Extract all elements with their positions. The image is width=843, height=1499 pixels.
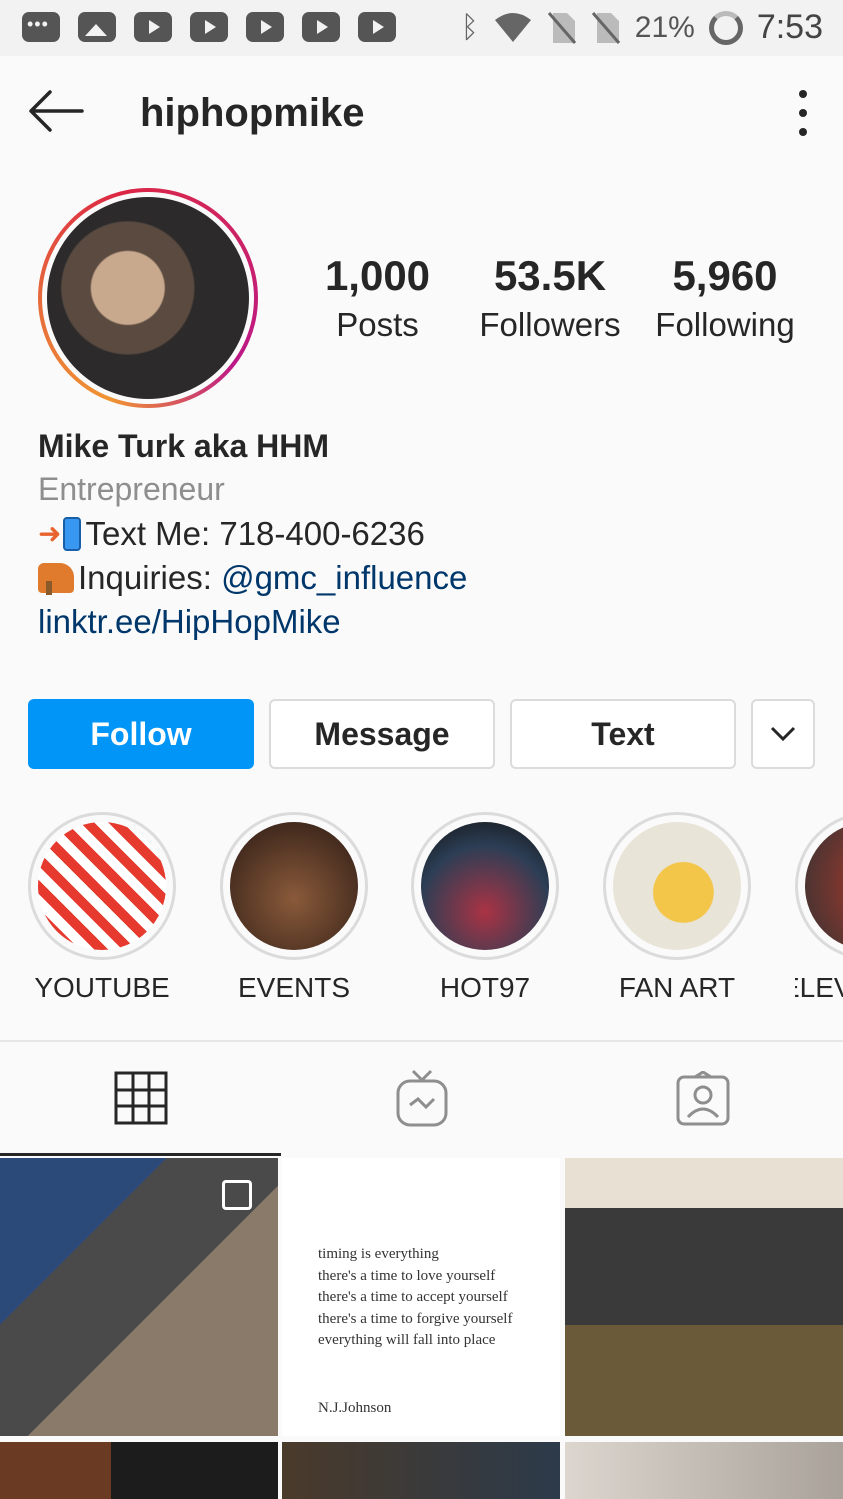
chat-icon (22, 12, 60, 42)
inquiries-handle-link[interactable]: @gmc_influence (221, 556, 467, 600)
page-title-username: hiphopmike (140, 91, 365, 135)
igtv-tab[interactable] (281, 1042, 562, 1156)
highlight-label: ELEV/ (795, 972, 843, 1003)
post-thumbnail[interactable] (0, 1158, 278, 1436)
highlight-cover (613, 822, 741, 950)
follow-button[interactable]: Follow (28, 699, 254, 769)
quote-line: there's a time to forgive yourself (318, 1310, 513, 1327)
youtube-icon (302, 12, 340, 42)
grid-icon (114, 1071, 167, 1124)
highlight-events[interactable]: EVENTS (220, 812, 368, 1004)
more-vertical-icon[interactable] (793, 90, 813, 136)
bio-website-link[interactable]: linktr.ee/HipHopMike (38, 600, 467, 644)
post-thumbnail[interactable]: timing is everything there's a time to l… (282, 1158, 560, 1436)
battery-percent: 21% (634, 10, 695, 44)
youtube-icon (134, 12, 172, 42)
wifi-icon (494, 12, 531, 42)
highlight-fan-art[interactable]: FAN ART (603, 812, 751, 1004)
profile-tabs (0, 1040, 843, 1156)
youtube-icon (190, 12, 228, 42)
post-thumbnail[interactable] (565, 1442, 843, 1499)
tagged-person-icon (676, 1071, 729, 1126)
highlight-elev[interactable]: ELEV/ (795, 812, 843, 1004)
clock: 7:53 (756, 8, 823, 46)
category-label: Entrepreneur (38, 471, 225, 507)
post-thumbnail[interactable] (0, 1442, 278, 1499)
quote-line: timing is everything (318, 1246, 439, 1262)
stat-posts[interactable]: 1,000 Posts (300, 252, 455, 344)
arrow-emoji-icon: ➜ (38, 518, 62, 549)
suggested-dropdown-button[interactable] (751, 699, 815, 769)
stat-value: 1,000 (324, 252, 431, 299)
bio-inquiries-line: Inquiries: @gmc_influence (38, 556, 467, 600)
quote-line: there's a time to accept yourself (318, 1289, 508, 1305)
no-sim-icon (591, 11, 620, 44)
youtube-icon (246, 12, 284, 42)
bio-inquiries-text: Inquiries: (78, 559, 222, 596)
message-button[interactable]: Message (269, 699, 495, 769)
phone-emoji-icon (63, 517, 82, 551)
image-icon (78, 12, 116, 42)
status-bar: ᛒ 21% 7:53 (0, 0, 843, 56)
avatar[interactable] (38, 188, 258, 408)
post-thumbnail[interactable] (565, 1158, 843, 1436)
bio-text-line: ➜ Text Me: 718-400-6236 (38, 512, 467, 556)
stat-value: 53.5K (493, 252, 607, 299)
igtv-icon (396, 1069, 447, 1127)
system-icons: ᛒ 21% 7:53 (461, 8, 823, 47)
chevron-down-icon (770, 726, 796, 742)
text-button[interactable]: Text (510, 699, 736, 769)
highlight-hot97[interactable]: HOT97 (411, 812, 559, 1004)
highlight-label: EVENTS (237, 972, 351, 1003)
stat-label: Following (655, 306, 795, 343)
youtube-icon (358, 12, 396, 42)
battery-ring-icon (708, 10, 743, 45)
highlight-cover (230, 822, 358, 950)
stat-value: 5,960 (672, 252, 778, 299)
profile-bio: Mike Turk aka HHM Entrepreneur ➜ Text Me… (38, 426, 467, 644)
stat-label: Posts (336, 306, 419, 343)
stat-label: Followers (479, 306, 621, 343)
no-sim-icon (547, 11, 576, 44)
back-arrow-icon[interactable] (26, 86, 86, 136)
notification-icons (22, 12, 396, 42)
mailbox-emoji-icon (38, 563, 74, 595)
profile-header: hiphopmike (0, 56, 843, 168)
avatar-photo (47, 197, 249, 399)
display-name: Mike Turk aka HHM (38, 428, 330, 464)
highlight-label: FAN ART (618, 972, 736, 1003)
highlight-cover (805, 822, 843, 950)
bio-phone-text: Text Me: 718-400-6236 (85, 515, 425, 552)
highlight-label: YOUTUBE (34, 972, 170, 1003)
quote-author: N.J.Johnson (318, 1399, 392, 1416)
bluetooth-icon: ᛒ (460, 10, 479, 44)
highlight-cover (38, 822, 166, 950)
post-thumbnail[interactable] (282, 1442, 560, 1499)
highlight-cover (421, 822, 549, 950)
action-buttons: Follow Message Text (28, 699, 815, 769)
quote-line: there's a time to love yourself (318, 1267, 496, 1284)
highlight-label: HOT97 (439, 972, 531, 1003)
tagged-tab[interactable] (562, 1042, 843, 1156)
grid-tab[interactable] (0, 1042, 281, 1156)
profile-stats: 1,000 Posts 53.5K Followers 5,960 Follow… (300, 252, 820, 344)
stat-followers[interactable]: 53.5K Followers (455, 252, 645, 344)
quote-line: everything will fall into place (318, 1332, 496, 1348)
stat-following[interactable]: 5,960 Following (645, 252, 805, 344)
multi-photo-icon (222, 1180, 252, 1210)
highlight-youtube[interactable]: YOUTUBE (28, 812, 176, 1004)
